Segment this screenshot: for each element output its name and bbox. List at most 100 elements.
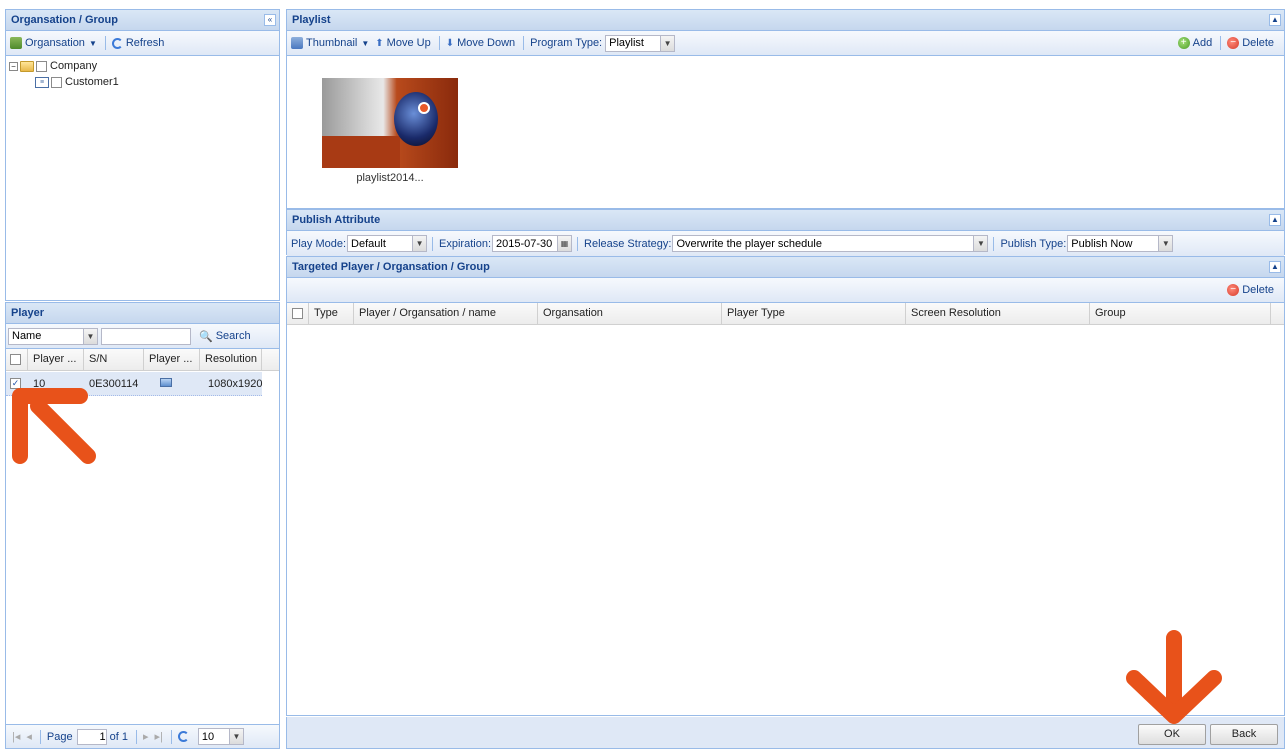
thumbnail-icon: [291, 37, 303, 49]
column-group[interactable]: Group: [1090, 303, 1271, 324]
playlist-toolbar: Thumbnail ▼ ⬆ Move Up ⬇ Move Down Progra…: [287, 31, 1284, 56]
tree-node-company[interactable]: − Company: [9, 58, 276, 74]
company-checkbox[interactable]: [36, 60, 47, 72]
program-type-value: Playlist: [609, 37, 644, 49]
target-toolbar: − Delete: [287, 278, 1284, 303]
column-sn[interactable]: S/N: [84, 349, 144, 370]
column-organisation[interactable]: Organsation: [538, 303, 722, 324]
refresh-icon: [111, 37, 123, 49]
prev-page-icon[interactable]: ◂: [26, 730, 32, 743]
select-all-checkbox[interactable]: [10, 353, 21, 365]
column-player-type[interactable]: Player ...: [144, 349, 200, 370]
delete-label: Delete: [1242, 284, 1274, 296]
add-button[interactable]: + Add: [1177, 37, 1212, 49]
target-panel-header: Targeted Player / Organsation / Group ▲: [287, 257, 1284, 278]
organisation-menu-button[interactable]: Organsation ▼: [10, 37, 97, 49]
customer1-checkbox[interactable]: [51, 76, 62, 88]
next-page-icon[interactable]: ▸: [143, 730, 149, 743]
collapse-up-icon[interactable]: ▲: [1269, 14, 1281, 26]
thumbnail-view-button[interactable]: Thumbnail ▼: [291, 37, 369, 49]
player-panel: Player Name ▼ 🔍 Search Player ... S/N Pl…: [5, 302, 280, 749]
search-icon: 🔍: [199, 330, 213, 343]
collapse-left-icon[interactable]: «: [264, 14, 276, 26]
target-panel-title: Targeted Player / Organsation / Group: [292, 261, 490, 273]
tree-node-label: Customer1: [65, 76, 119, 88]
thumbnail-banner: [322, 136, 400, 168]
play-mode-label: Play Mode:: [291, 237, 347, 250]
monitor-icon: [160, 377, 172, 387]
chevron-down-icon: ▼: [83, 328, 97, 344]
playlist-panel-header: Playlist ▲: [287, 10, 1284, 31]
player-panel-header: Player: [6, 303, 279, 324]
expiration-label: Expiration:: [439, 237, 492, 250]
playlist-item[interactable]: playlist2014...: [322, 78, 458, 184]
thumbnail-label: Thumbnail: [306, 37, 358, 49]
column-player-type[interactable]: Player Type: [722, 303, 906, 324]
program-type-select[interactable]: Playlist ▼: [605, 34, 676, 52]
column-player-name[interactable]: Player / Organsation / name: [354, 303, 538, 324]
last-page-icon[interactable]: ▸|: [155, 730, 163, 743]
org-panel-header: Organsation / Group «: [6, 10, 279, 31]
tree-collapse-icon[interactable]: −: [9, 61, 18, 71]
page-size-select[interactable]: 10 ▼: [197, 728, 244, 745]
row-player-type: [144, 377, 200, 390]
release-strategy-label: Release Strategy:: [584, 237, 672, 250]
chevron-down-icon: ▼: [1158, 236, 1173, 251]
collapse-up-icon[interactable]: ▲: [1269, 261, 1281, 273]
publish-panel: Publish Attribute ▲ Play Mode: Default ▼…: [286, 209, 1285, 256]
select-all-cell: [287, 303, 309, 324]
thumbnail-club-head: [394, 92, 438, 146]
release-strategy-value: Overwrite the player schedule: [676, 237, 822, 250]
chevron-down-icon: ▼: [361, 38, 370, 48]
filter-field-select[interactable]: Name ▼: [8, 327, 98, 345]
column-type[interactable]: Type: [309, 303, 354, 324]
publish-type-select[interactable]: Publish Now ▼: [1067, 235, 1174, 252]
refresh-icon[interactable]: [177, 731, 189, 742]
expiration-value: 2015-07-30: [496, 237, 553, 250]
publish-toolbar: Play Mode: Default ▼ Expiration: 2015-07…: [287, 231, 1284, 256]
target-grid-header: Type Player / Organsation / name Organsa…: [287, 303, 1284, 325]
tree-node-customer1[interactable]: ≡ Customer1: [9, 74, 276, 90]
add-icon: +: [1177, 37, 1190, 49]
delete-icon: −: [1227, 284, 1240, 296]
collapse-up-icon[interactable]: ▲: [1269, 214, 1281, 226]
player-pager: |◂ ◂ Page of 1 ▸ ▸| 10 ▼: [6, 724, 279, 748]
move-up-button[interactable]: ⬆ Move Up: [375, 37, 430, 49]
publish-panel-header: Publish Attribute ▲: [287, 210, 1284, 231]
folder-icon: [20, 60, 34, 72]
expiration-date-field[interactable]: 2015-07-30 ▦: [492, 235, 573, 252]
delete-button[interactable]: − Delete: [1227, 37, 1274, 49]
org-toolbar: Organsation ▼ Refresh: [6, 31, 279, 56]
move-down-button[interactable]: ⬇ Move Down: [446, 37, 515, 49]
organisation-label: Organsation: [25, 37, 85, 49]
play-mode-value: Default: [351, 237, 386, 250]
search-button[interactable]: 🔍 Search: [199, 330, 251, 343]
page-count: of 1: [109, 730, 128, 743]
target-delete-button[interactable]: − Delete: [1227, 284, 1274, 296]
chevron-down-icon: ▼: [412, 236, 427, 251]
thumbnail-target: [418, 102, 430, 114]
arrow-up-icon: ⬆: [375, 37, 384, 49]
column-screen-resolution[interactable]: Screen Resolution: [906, 303, 1090, 324]
first-page-icon[interactable]: |◂: [12, 730, 20, 743]
page-size-value: 10: [201, 730, 215, 743]
column-resolution[interactable]: Resolution: [200, 349, 262, 370]
refresh-label: Refresh: [125, 37, 165, 49]
chevron-down-icon: ▼: [88, 38, 97, 48]
play-mode-select[interactable]: Default ▼: [347, 235, 428, 252]
calendar-icon[interactable]: ▦: [557, 236, 572, 251]
publish-panel-title: Publish Attribute: [292, 214, 381, 226]
org-panel: Organsation / Group « Organsation ▼ Refr…: [5, 9, 280, 301]
page-input[interactable]: [76, 728, 107, 745]
select-all-cell: [6, 349, 28, 370]
refresh-button[interactable]: Refresh: [111, 37, 165, 49]
search-input[interactable]: [101, 327, 191, 345]
release-strategy-select[interactable]: Overwrite the player schedule ▼: [672, 235, 989, 252]
program-type-label: Program Type:: [530, 37, 603, 49]
column-player[interactable]: Player ...: [28, 349, 84, 370]
playlist-item-caption: playlist2014...: [356, 172, 424, 184]
player-filter-bar: Name ▼ 🔍 Search: [6, 324, 279, 349]
publish-type-value: Publish Now: [1071, 237, 1133, 250]
select-all-checkbox[interactable]: [292, 307, 303, 319]
chevron-down-icon: ▼: [660, 35, 675, 51]
